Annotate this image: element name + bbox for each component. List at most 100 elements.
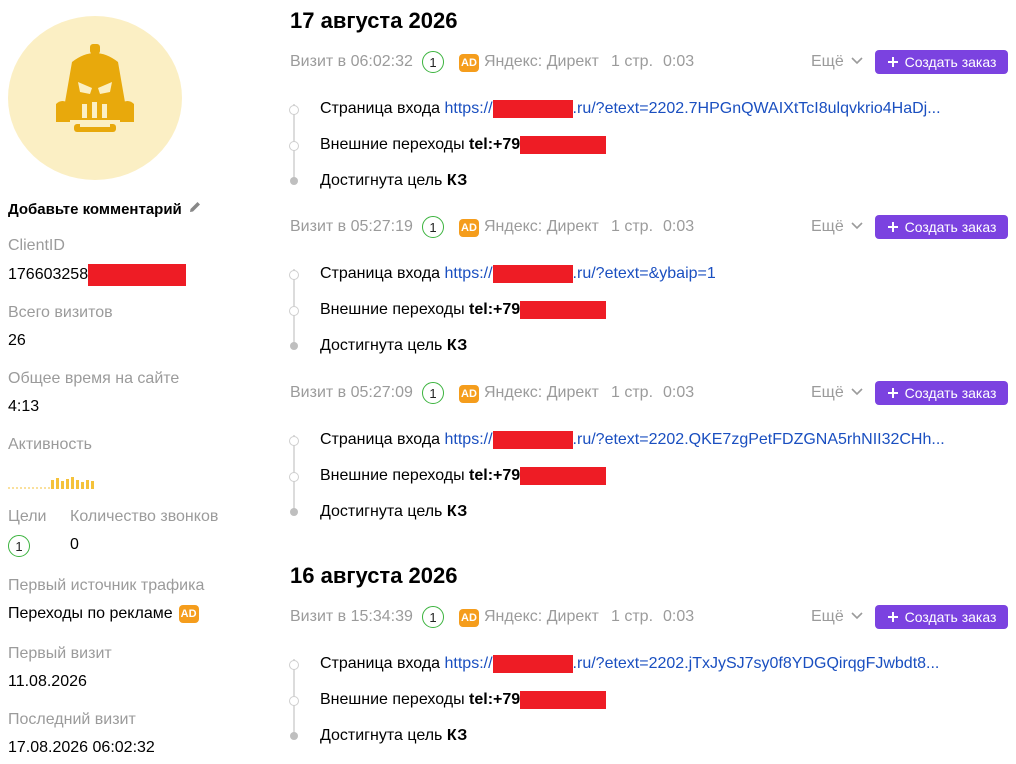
calls-value: 0 bbox=[70, 536, 79, 553]
goal-reached-value: КЗ bbox=[446, 503, 468, 520]
url-suffix: .ru/?etext=2202.QKE7zgPetFDZGNA5rhNII32C… bbox=[572, 431, 945, 449]
entry-page-link[interactable]: https:// .ru/?etext=&ybaip=1 bbox=[445, 265, 716, 283]
timeline-dot bbox=[289, 696, 299, 706]
pencil-icon[interactable] bbox=[188, 200, 202, 218]
goal-reached-value: КЗ bbox=[446, 172, 468, 189]
timeline-dot bbox=[290, 342, 298, 350]
visit-pages: 1 стр. bbox=[611, 53, 654, 70]
entry-page-link[interactable]: https:// .ru/?etext=2202.jTxJySJ7sy0f8YDG… bbox=[444, 655, 939, 673]
goal-reached-value: КЗ bbox=[446, 337, 468, 354]
timeline-dot bbox=[289, 472, 299, 482]
visit-pages: 1 стр. bbox=[611, 608, 654, 625]
goal-reached-label: Достигнута цель bbox=[320, 337, 443, 354]
redaction bbox=[492, 265, 573, 283]
visit-goals-badge: 1 bbox=[422, 606, 444, 628]
entry-page-label: Страница входа bbox=[320, 265, 441, 283]
first-source-value: Переходы по рекламе AD bbox=[8, 605, 199, 623]
visit-goals-badge: 1 bbox=[422, 51, 444, 73]
timeline-dot bbox=[290, 732, 298, 740]
total-visits-value: 26 bbox=[8, 332, 26, 349]
visit-pages: 1 стр. bbox=[611, 384, 654, 401]
plus-icon bbox=[887, 222, 898, 232]
timeline-dot bbox=[289, 105, 299, 115]
visit-source: Яндекс: Директ bbox=[484, 53, 599, 70]
goals-count-badge: 1 bbox=[8, 535, 30, 557]
external-link-label: Внешние переходы bbox=[320, 467, 465, 485]
more-label: Ещё bbox=[811, 384, 844, 401]
visit-header: Визит в 05:27:09 1 AD Яндекс: Директ 1 с… bbox=[290, 381, 1008, 407]
goal-reached-event: Достигнута цель КЗ bbox=[320, 503, 467, 521]
more-label: Ещё bbox=[811, 608, 844, 625]
more-dropdown[interactable]: Ещё bbox=[811, 218, 864, 236]
external-link-event: Внешние переходы tel:+79 bbox=[320, 301, 607, 319]
url-suffix: .ru/?etext=2202.7HPGnQWAIXtTcI8ulqvkrio4… bbox=[572, 100, 941, 118]
redaction bbox=[520, 691, 607, 709]
entry-page-event: Страница входа https:// .ru/?etext=2202.Q… bbox=[320, 431, 945, 449]
external-link-value: tel:+79 bbox=[469, 691, 521, 709]
add-comment[interactable]: Добавьте комментарий bbox=[8, 200, 202, 218]
external-link-event: Внешние переходы tel:+79 bbox=[320, 691, 607, 709]
create-order-label: Создать заказ bbox=[904, 54, 997, 70]
create-order-button[interactable]: Создать заказ bbox=[875, 605, 1008, 629]
redaction bbox=[492, 431, 573, 449]
more-label: Ещё bbox=[811, 53, 844, 70]
external-link-label: Внешние переходы bbox=[320, 136, 465, 154]
redaction bbox=[520, 301, 607, 319]
ad-badge: AD bbox=[178, 605, 199, 623]
plus-icon bbox=[887, 612, 898, 622]
create-order-button[interactable]: Создать заказ bbox=[875, 215, 1008, 239]
entry-page-link[interactable]: https:// .ru/?etext=2202.QKE7zgPetFDZGNA5… bbox=[445, 431, 945, 449]
timeline-dot bbox=[289, 270, 299, 280]
entry-page-label: Страница входа bbox=[320, 655, 441, 673]
redaction bbox=[492, 655, 573, 673]
redaction bbox=[88, 264, 187, 286]
timeline-dot bbox=[289, 436, 299, 446]
calls-label: Количество звонков bbox=[70, 508, 219, 525]
external-link-value: tel:+79 bbox=[469, 467, 521, 485]
redaction bbox=[492, 100, 573, 118]
more-dropdown[interactable]: Ещё bbox=[811, 608, 864, 626]
url-prefix: https:// bbox=[444, 655, 493, 673]
first-source-label: Первый источник трафика bbox=[8, 577, 205, 594]
date-heading: 17 августа 2026 bbox=[290, 8, 458, 33]
ad-badge: AD bbox=[459, 54, 479, 72]
visit-source: Яндекс: Директ bbox=[484, 218, 599, 235]
first-visit-label: Первый визит bbox=[8, 645, 112, 662]
timeline-dot bbox=[289, 141, 299, 151]
total-time-label: Общее время на сайте bbox=[8, 370, 180, 387]
more-dropdown[interactable]: Ещё bbox=[811, 384, 864, 402]
client-id-value: 176603258 bbox=[8, 264, 187, 286]
entry-page-label: Страница входа bbox=[320, 431, 441, 449]
goal-reached-value: КЗ bbox=[446, 727, 468, 744]
entry-page-event: Страница входа https:// .ru/?etext=&ybaip… bbox=[320, 265, 716, 283]
visit-source: Яндекс: Директ bbox=[484, 608, 599, 625]
entry-page-event: Страница входа https:// .ru/?etext=2202.7… bbox=[320, 100, 941, 118]
goals-label: Цели bbox=[8, 508, 47, 525]
create-order-button[interactable]: Создать заказ bbox=[875, 50, 1008, 74]
external-link-label: Внешние переходы bbox=[320, 301, 465, 319]
chevron-down-icon bbox=[851, 612, 863, 620]
external-link-label: Внешние переходы bbox=[320, 691, 465, 709]
external-link-value: tel:+79 bbox=[469, 136, 521, 154]
visit-goals-badge: 1 bbox=[422, 216, 444, 238]
visit-time: Визит в 06:02:32 bbox=[290, 53, 413, 70]
entry-page-link[interactable]: https:// .ru/?etext=2202.7HPGnQWAIXtTcI8u… bbox=[445, 100, 941, 118]
visit-goals-badge: 1 bbox=[422, 382, 444, 404]
more-label: Ещё bbox=[811, 218, 844, 235]
more-dropdown[interactable]: Ещё bbox=[811, 53, 864, 71]
url-suffix: .ru/?etext=&ybaip=1 bbox=[572, 265, 716, 283]
timeline-dot bbox=[289, 660, 299, 670]
chevron-down-icon bbox=[851, 222, 863, 230]
anonymous-visitor-icon bbox=[56, 44, 134, 132]
visit-header: Визит в 05:27:19 1 AD Яндекс: Директ 1 с… bbox=[290, 215, 1008, 241]
last-visit-value: 17.08.2026 06:02:32 bbox=[8, 739, 155, 756]
last-visit-label: Последний визит bbox=[8, 711, 136, 728]
visit-pages: 1 стр. bbox=[611, 218, 654, 235]
create-order-button[interactable]: Создать заказ bbox=[875, 381, 1008, 405]
create-order-label: Создать заказ bbox=[904, 609, 997, 625]
first-source-text: Переходы по рекламе bbox=[8, 605, 173, 622]
chevron-down-icon bbox=[851, 388, 863, 396]
activity-sparkline bbox=[8, 477, 94, 489]
create-order-label: Создать заказ bbox=[904, 219, 997, 235]
url-prefix: https:// bbox=[444, 265, 493, 283]
